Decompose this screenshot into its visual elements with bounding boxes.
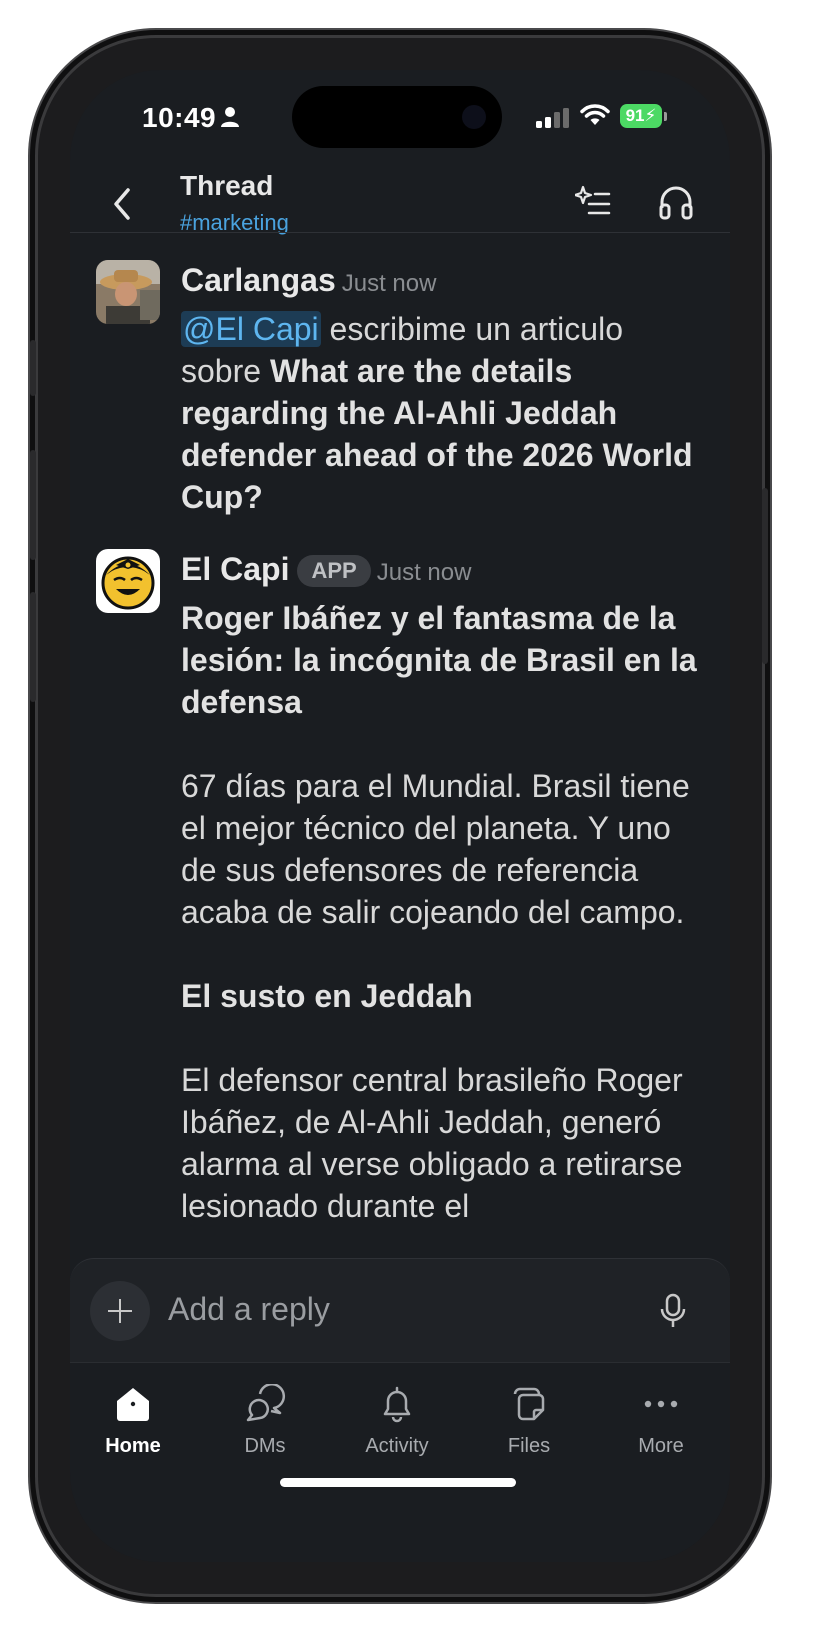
article-headline: Roger Ibáñez y el fantasma de la lesión:… bbox=[181, 600, 697, 720]
app-badge: APP bbox=[297, 555, 371, 587]
dms-icon bbox=[246, 1384, 286, 1422]
status-bar: 10:49 91⚡ bbox=[70, 70, 730, 170]
user-mention[interactable]: @El Capi bbox=[181, 311, 321, 347]
headphones-icon[interactable] bbox=[658, 184, 694, 220]
thread-header: Thread #marketing bbox=[70, 170, 730, 235]
volume-up-button bbox=[30, 450, 36, 560]
article-subheading: El susto en Jeddah bbox=[181, 978, 473, 1014]
dynamic-island bbox=[292, 86, 502, 148]
battery-tip bbox=[664, 112, 667, 121]
tab-bar: Home DMs Activity Files More bbox=[70, 1362, 730, 1562]
wifi-icon bbox=[580, 104, 610, 125]
reply-input[interactable]: Add a reply bbox=[168, 1291, 330, 1328]
home-indicator[interactable] bbox=[280, 1478, 516, 1487]
author-name[interactable]: Carlangas bbox=[181, 262, 336, 298]
header-divider bbox=[70, 232, 730, 233]
home-icon bbox=[117, 1388, 149, 1421]
reply-composer: Add a reply bbox=[70, 1258, 730, 1363]
person-icon bbox=[221, 107, 239, 127]
tab-activity[interactable]: Activity bbox=[342, 1381, 452, 1458]
tab-more[interactable]: More bbox=[606, 1381, 716, 1458]
author-name[interactable]: El Capi bbox=[181, 551, 289, 587]
files-icon bbox=[513, 1387, 545, 1421]
screen: 10:49 91⚡ Thread #marketing Carlangas Ju… bbox=[70, 70, 730, 1562]
add-attachment-button[interactable] bbox=[90, 1281, 150, 1341]
tab-label: DMs bbox=[244, 1435, 286, 1457]
tab-label: Files bbox=[507, 1435, 551, 1457]
article-paragraph: 67 días para el Mundial. Brasil tiene el… bbox=[181, 768, 690, 930]
tab-files[interactable]: Files bbox=[474, 1381, 584, 1458]
message-text: @El Capi escribime un articulo sobre Wha… bbox=[181, 308, 706, 518]
mute-switch bbox=[30, 340, 36, 396]
battery-indicator: 91⚡ bbox=[620, 104, 662, 128]
volume-down-button bbox=[30, 592, 36, 702]
message-time: Just now bbox=[376, 559, 472, 586]
message-text: Roger Ibáñez y el fantasma de la lesión:… bbox=[181, 597, 706, 1227]
message-time: Just now bbox=[341, 270, 437, 297]
microphone-icon[interactable] bbox=[660, 1293, 686, 1329]
page-title: Thread bbox=[180, 170, 274, 201]
bell-icon bbox=[383, 1386, 411, 1423]
back-chevron-icon[interactable] bbox=[108, 184, 138, 224]
article-paragraph: El defensor central brasileño Roger Ibáñ… bbox=[181, 1062, 683, 1224]
signal-icon bbox=[536, 108, 569, 128]
more-icon bbox=[644, 1400, 678, 1408]
avatar-el-capi[interactable] bbox=[96, 549, 160, 613]
avatar-carlangas[interactable] bbox=[96, 260, 160, 324]
power-button bbox=[762, 488, 768, 664]
tab-label: More bbox=[638, 1435, 684, 1457]
status-time: 10:49 bbox=[142, 102, 217, 133]
tab-label: Activity bbox=[365, 1435, 429, 1457]
tab-dms[interactable]: DMs bbox=[210, 1381, 320, 1458]
tab-home[interactable]: Home bbox=[78, 1381, 188, 1458]
tab-label: Home bbox=[105, 1435, 161, 1457]
sparkle-list-icon[interactable] bbox=[575, 184, 611, 218]
